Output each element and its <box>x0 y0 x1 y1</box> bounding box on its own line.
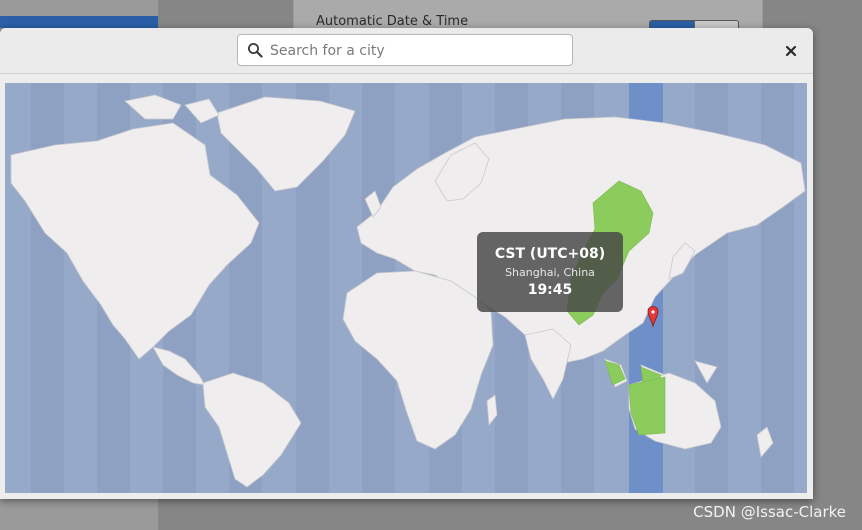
timezone-dialog <box>0 28 813 499</box>
search-icon <box>248 43 263 58</box>
tooltip-timezone: CST (UTC+08) <box>494 246 606 262</box>
timezone-tooltip: CST (UTC+08) Shanghai, China 19:45 <box>477 232 623 312</box>
search-input[interactable] <box>268 39 562 63</box>
tooltip-time: 19:45 <box>527 282 573 298</box>
city-search-field[interactable] <box>237 34 573 66</box>
close-icon[interactable] <box>780 40 802 62</box>
watermark: CSDN @Issac-Clarke <box>693 503 846 521</box>
dialog-header <box>0 28 813 74</box>
tooltip-city: Shanghai, China <box>505 266 595 279</box>
sidebar-selected-item <box>0 16 158 28</box>
timezone-map[interactable] <box>5 83 807 493</box>
world-map[interactable] <box>5 83 807 493</box>
automatic-date-time-label: Automatic Date & Time <box>316 14 469 29</box>
